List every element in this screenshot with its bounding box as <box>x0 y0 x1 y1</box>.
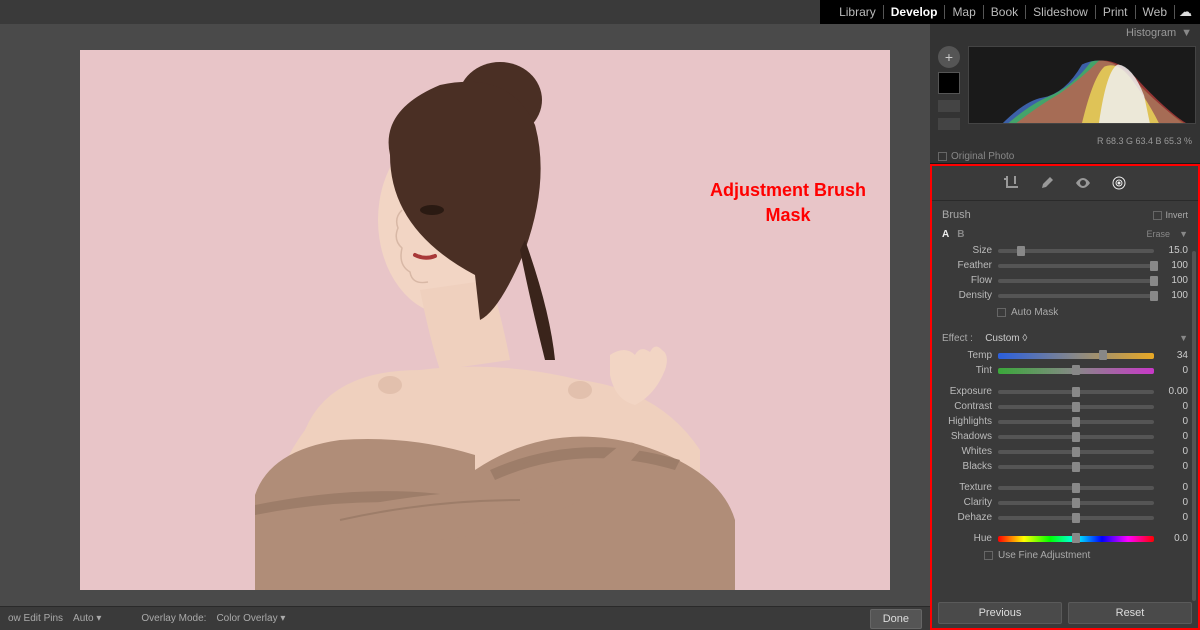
add-mask-button[interactable]: + <box>938 46 960 68</box>
usefine-label: Use Fine Adjustment <box>998 550 1090 561</box>
usefine-checkbox[interactable] <box>984 551 993 560</box>
brush-a-toggle[interactable]: A <box>942 229 949 240</box>
photo-preview[interactable] <box>80 50 890 590</box>
main-canvas[interactable] <box>0 24 930 606</box>
crop-tool-icon[interactable] <box>1002 174 1020 192</box>
contrast-slider[interactable]: Contrast 0 <box>942 399 1188 414</box>
histogram-graph[interactable] <box>968 46 1196 124</box>
module-tab-web[interactable]: Web <box>1136 5 1175 19</box>
thumb-icon[interactable] <box>938 118 960 130</box>
dehaze-slider[interactable]: Dehaze 0 <box>942 510 1188 525</box>
automask-label: Auto Mask <box>1011 307 1058 318</box>
edit-pins-dropdown[interactable]: Auto ▾ <box>73 613 101 624</box>
radial-brush-icon[interactable] <box>1110 174 1128 192</box>
bottom-toolbar: ow Edit Pins Auto ▾ Overlay Mode: Color … <box>0 606 930 630</box>
collapse-icon[interactable]: ▼ <box>1179 229 1188 239</box>
module-tab-book[interactable]: Book <box>984 5 1026 19</box>
automask-checkbox[interactable] <box>997 308 1006 317</box>
clarity-slider[interactable]: Clarity 0 <box>942 495 1188 510</box>
module-tab-library[interactable]: Library <box>832 5 884 19</box>
tool-strip <box>932 166 1198 201</box>
color-swatch[interactable] <box>938 72 960 94</box>
collapse-icon[interactable]: ▼ <box>1179 333 1188 343</box>
cloud-sync-icon[interactable]: ☁ <box>1179 4 1192 20</box>
thumb-icon[interactable] <box>938 100 960 112</box>
texture-slider[interactable]: Texture 0 <box>942 480 1188 495</box>
module-tab-map[interactable]: Map <box>945 5 983 19</box>
effect-label: Effect : <box>942 333 973 344</box>
overlay-mode-dropdown[interactable]: Color Overlay ▾ <box>216 613 285 624</box>
exposure-slider[interactable]: Exposure 0.00 <box>942 384 1188 399</box>
module-tab-develop[interactable]: Develop <box>884 5 946 19</box>
module-tab-slideshow[interactable]: Slideshow <box>1026 5 1096 19</box>
adjustment-brush-panel: Brush Invert A B Erase ▼ Size 1 <box>930 164 1200 630</box>
eye-icon[interactable] <box>1074 174 1092 192</box>
flow-slider[interactable]: Flow 100 <box>942 273 1188 288</box>
feather-slider[interactable]: Feather 100 <box>942 258 1188 273</box>
effect-preset-dropdown[interactable]: Custom ◊ <box>985 333 1027 344</box>
tint-slider[interactable]: Tint 0 <box>942 363 1188 378</box>
reset-button[interactable]: Reset <box>1068 602 1192 624</box>
original-photo-label: Original Photo <box>951 151 1014 162</box>
shadows-slider[interactable]: Shadows 0 <box>942 429 1188 444</box>
right-panel: Histogram ▼ + R 68.3 G 63.4 B 65.3 % <box>930 24 1200 630</box>
original-photo-checkbox[interactable] <box>938 152 947 161</box>
size-slider[interactable]: Size 15.0 <box>942 243 1188 258</box>
temp-slider[interactable]: Temp 34 <box>942 348 1188 363</box>
overlay-mode-label: Overlay Mode: <box>141 613 206 624</box>
edit-pins-label: ow Edit Pins <box>8 613 63 624</box>
done-button[interactable]: Done <box>870 609 922 629</box>
blacks-slider[interactable]: Blacks 0 <box>942 459 1188 474</box>
invert-checkbox[interactable] <box>1153 211 1162 220</box>
spot-removal-icon[interactable] <box>1038 174 1056 192</box>
portrait-illustration <box>80 50 890 590</box>
histogram-readout: R 68.3 G 63.4 B 65.3 % <box>930 134 1200 148</box>
density-slider[interactable]: Density 100 <box>942 288 1188 303</box>
brush-section-label: Brush <box>942 209 971 221</box>
module-picker: Library Develop Map Book Slideshow Print… <box>820 0 1200 24</box>
panel-scrollbar[interactable] <box>1192 251 1196 601</box>
histogram-panel: Histogram ▼ + R 68.3 G 63.4 B 65.3 % <box>930 24 1200 164</box>
erase-toggle[interactable]: Erase <box>1147 229 1171 239</box>
previous-button[interactable]: Previous <box>938 602 1062 624</box>
collapse-icon[interactable]: ▼ <box>1181 27 1192 39</box>
histogram-title: Histogram <box>1126 27 1176 39</box>
whites-slider[interactable]: Whites 0 <box>942 444 1188 459</box>
brush-b-toggle[interactable]: B <box>957 229 964 240</box>
module-tab-print[interactable]: Print <box>1096 5 1136 19</box>
hue-slider[interactable]: Hue 0.0 <box>942 531 1188 546</box>
highlights-slider[interactable]: Highlights 0 <box>942 414 1188 429</box>
invert-label: Invert <box>1165 210 1188 220</box>
